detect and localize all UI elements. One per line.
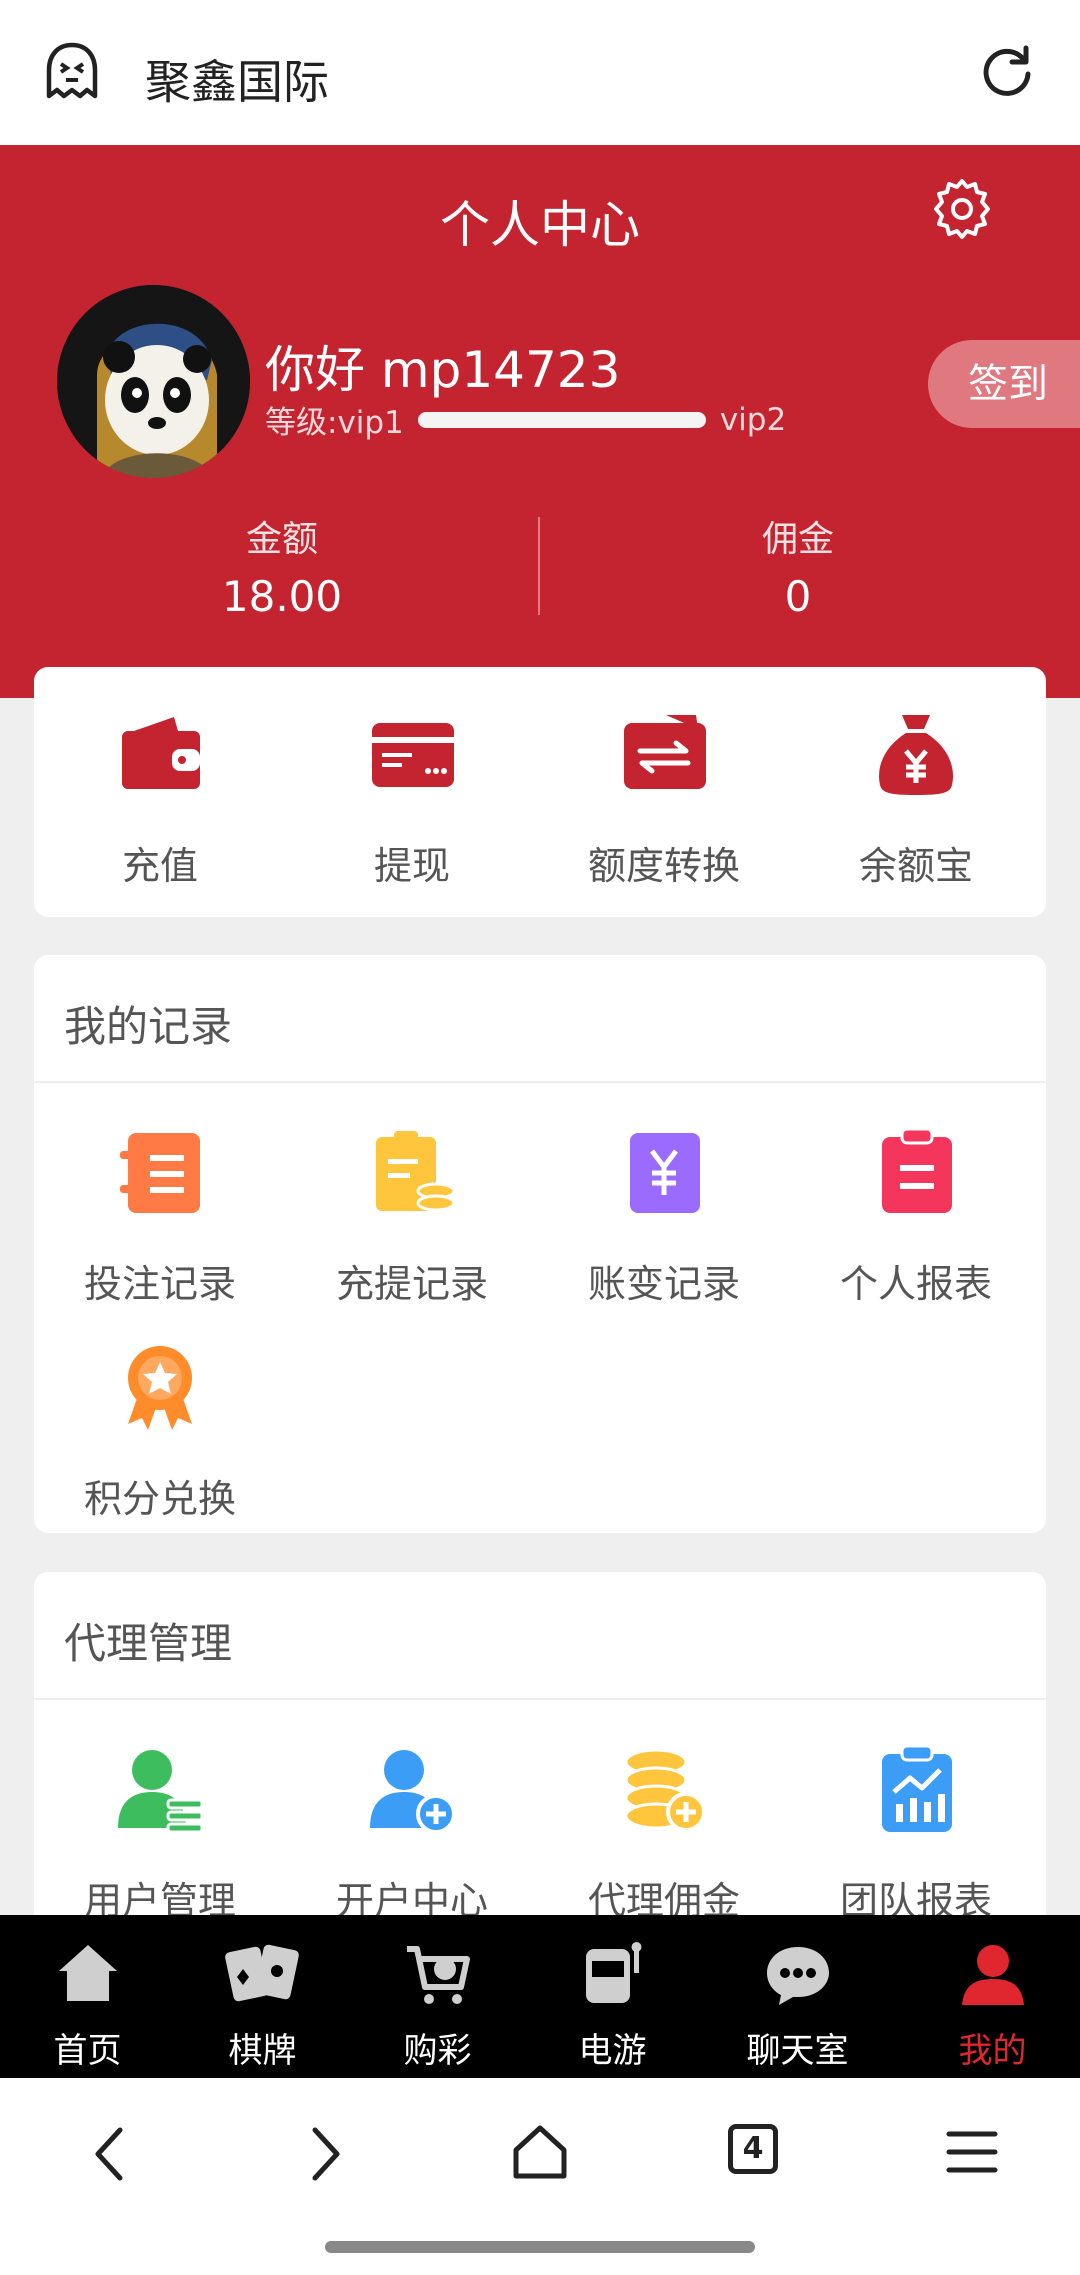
records-title: 我的记录 bbox=[64, 1002, 233, 1051]
records-card: 我的记录 投注记录 充提记录 账变记录 个人报表 积分兑换 bbox=[34, 955, 1046, 1533]
balance-stat[interactable]: 金额 18.00 bbox=[132, 510, 432, 621]
gear-icon[interactable] bbox=[930, 177, 994, 241]
personal-report-icon bbox=[882, 1127, 952, 1213]
bet-record-icon bbox=[120, 1133, 200, 1213]
agent-divider bbox=[34, 1698, 1046, 1700]
deposit-record-icon bbox=[376, 1131, 456, 1212]
add-user-icon bbox=[370, 1750, 456, 1834]
tab-mine-label: 我的 bbox=[958, 2031, 1027, 2071]
personal-report-label: 个人报表 bbox=[839, 1262, 992, 1306]
stat-divider bbox=[538, 517, 540, 615]
user-manage-icon bbox=[118, 1750, 204, 1834]
yuebao-label: 余额宝 bbox=[858, 844, 973, 888]
tab-lottery-label: 购彩 bbox=[403, 2031, 472, 2071]
home-icon bbox=[58, 1945, 117, 2001]
tab-mine[interactable]: 我的 bbox=[905, 1939, 1080, 2072]
chat-icon bbox=[766, 1947, 829, 2005]
home-indicator[interactable] bbox=[325, 2241, 755, 2253]
points-medal-icon bbox=[128, 1346, 192, 1430]
bet-record-button[interactable]: 投注记录 bbox=[34, 1125, 286, 1308]
slot-machine-icon bbox=[585, 1942, 641, 2003]
tab-home-label: 首页 bbox=[53, 2031, 122, 2071]
greeting: 你好 mp14723 bbox=[265, 341, 621, 399]
account-change-icon bbox=[630, 1133, 700, 1213]
transfer-icon bbox=[624, 715, 706, 789]
agent-commission-button[interactable]: 代理佣金 bbox=[538, 1742, 790, 1925]
tab-egames-label: 电游 bbox=[578, 2031, 647, 2071]
open-account-button[interactable]: 开户中心 bbox=[286, 1742, 538, 1925]
points-exchange-label: 积分兑换 bbox=[83, 1477, 236, 1521]
points-exchange-button[interactable]: 积分兑换 bbox=[34, 1340, 286, 1523]
refresh-icon[interactable] bbox=[980, 44, 1034, 98]
agent-title: 代理管理 bbox=[64, 1619, 233, 1668]
balance-label: 金额 bbox=[245, 519, 318, 560]
site-title: 聚鑫国际 bbox=[145, 55, 329, 109]
yuebao-button[interactable]: 余额宝 bbox=[790, 707, 1042, 890]
vip-level-row: 等级:vip1 vip2 bbox=[265, 397, 786, 442]
tab-egames[interactable]: 电游 bbox=[525, 1939, 700, 2072]
records-divider bbox=[34, 1081, 1046, 1083]
tab-lottery[interactable]: 购彩 bbox=[350, 1939, 525, 2072]
quick-actions-card: 充值 提现 额度转换 余额宝 bbox=[34, 667, 1046, 917]
vip-current: 等级:vip1 bbox=[265, 405, 404, 441]
avatar[interactable] bbox=[57, 285, 250, 478]
home-page-icon[interactable] bbox=[510, 2122, 570, 2182]
deposit-record-label: 充提记录 bbox=[335, 1262, 488, 1306]
tab-chatroom[interactable]: 聊天室 bbox=[710, 1939, 885, 2072]
ghost-icon[interactable] bbox=[45, 42, 99, 100]
team-report-icon bbox=[882, 1744, 952, 1832]
forward-icon[interactable] bbox=[305, 2126, 345, 2182]
back-icon[interactable] bbox=[90, 2126, 130, 2182]
menu-icon[interactable] bbox=[945, 2128, 999, 2176]
withdraw-label: 提现 bbox=[373, 844, 450, 888]
account-change-button[interactable]: 账变记录 bbox=[538, 1125, 790, 1308]
tab-chatroom-label: 聊天室 bbox=[746, 2031, 849, 2071]
user-manage-button[interactable]: 用户管理 bbox=[34, 1742, 286, 1925]
page-title: 个人中心 bbox=[440, 196, 640, 254]
commission-label: 佣金 bbox=[761, 519, 834, 560]
vip-progress-bar bbox=[417, 411, 706, 428]
commission-value: 0 bbox=[784, 572, 812, 621]
recharge-label: 充值 bbox=[121, 844, 198, 888]
profile-header: 个人中心 你好 mp14723 等级:vip1 vip2 签到 金额 18.00 bbox=[0, 145, 1080, 698]
transfer-button[interactable]: 额度转换 bbox=[538, 707, 790, 890]
coins-icon bbox=[624, 1748, 706, 1832]
vip-next: vip2 bbox=[719, 401, 787, 438]
withdraw-button[interactable]: 提现 bbox=[286, 707, 538, 890]
lottery-cart-icon bbox=[406, 1946, 470, 2004]
tab-home[interactable]: 首页 bbox=[0, 1939, 175, 2072]
browser-top-bar: 聚鑫国际 bbox=[0, 0, 1080, 145]
tabs-count-button[interactable]: 4 bbox=[728, 2124, 778, 2174]
bottom-tab-bar: 首页 棋牌 购彩 电游 聊天室 我的 bbox=[0, 1915, 1080, 2078]
profile-icon bbox=[961, 1945, 1024, 2005]
recharge-button[interactable]: 充值 bbox=[34, 707, 286, 890]
balance-value: 18.00 bbox=[221, 572, 343, 621]
bet-record-label: 投注记录 bbox=[83, 1262, 236, 1306]
card-icon bbox=[372, 723, 454, 787]
checkin-button[interactable]: 签到 bbox=[928, 340, 1080, 428]
commission-stat[interactable]: 佣金 0 bbox=[648, 510, 948, 621]
wallet-icon bbox=[122, 717, 200, 789]
account-change-label: 账变记录 bbox=[587, 1262, 740, 1306]
team-report-button[interactable]: 团队报表 bbox=[790, 1742, 1042, 1925]
transfer-label: 额度转换 bbox=[587, 844, 740, 888]
cards-icon bbox=[224, 1944, 299, 2002]
personal-report-button[interactable]: 个人报表 bbox=[790, 1125, 1042, 1308]
tab-cards[interactable]: 棋牌 bbox=[175, 1939, 350, 2072]
tab-cards-label: 棋牌 bbox=[228, 2031, 297, 2071]
money-bag-icon bbox=[879, 715, 953, 795]
panda-avatar-icon bbox=[57, 285, 250, 478]
deposit-record-button[interactable]: 充提记录 bbox=[286, 1125, 538, 1308]
